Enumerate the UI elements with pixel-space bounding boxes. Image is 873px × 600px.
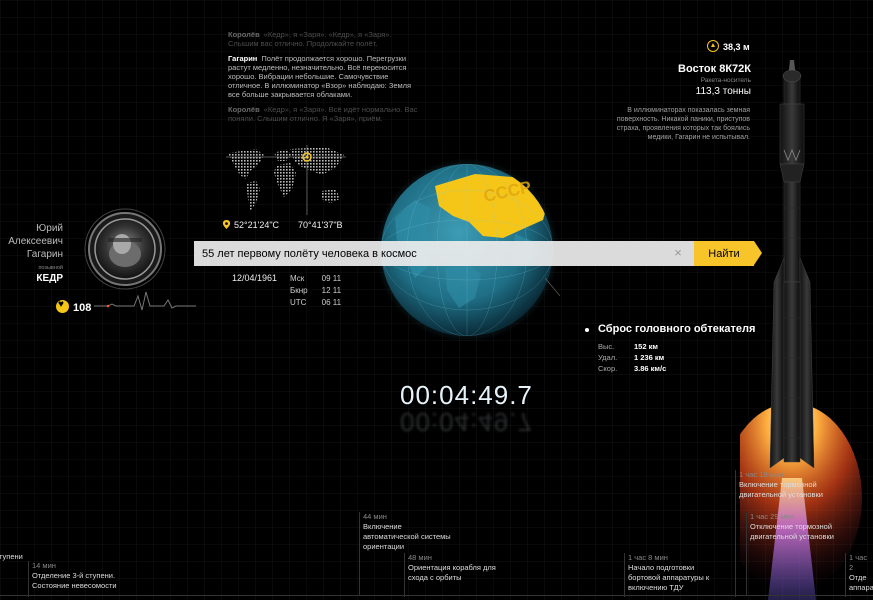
stat-row: Удал. 1 236 км: [598, 352, 666, 363]
time-row: Бкнр 12 11: [290, 285, 355, 297]
timeline-time: 1 час 8 мин: [628, 553, 668, 562]
stat-label: Выс.: [598, 342, 615, 351]
longitude-value: 70°41'37"В: [298, 220, 343, 230]
pilot-first-name: Юрий: [36, 223, 63, 234]
pilot-last-name: Гагарин: [26, 249, 63, 260]
radio-speaker: Гагарин: [228, 54, 258, 63]
time-value: 09 11: [321, 274, 342, 283]
flight-date: 12/04/1961: [232, 273, 278, 283]
pulse-value: 108: [73, 302, 92, 314]
latitude: 52°21'24"С: [222, 220, 279, 230]
world-map: [226, 145, 346, 215]
timeline-event[interactable]: 14 мин Отделение 3-й ступени. Состояние …: [28, 561, 132, 597]
radio-speaker: Королёв: [228, 105, 260, 114]
time-zones-table: Мск 09 11 Бкнр 12 11 UTC 06 11: [290, 273, 355, 309]
timeline-label: Начало подготовки бортовой аппаратуры к …: [628, 563, 710, 592]
timeline-time: 14 мин: [32, 561, 56, 570]
location-pin-icon: [222, 220, 231, 229]
radio-entry: Гагарин Полёт продолжается хорошо. Перегр…: [228, 54, 418, 99]
pilot-portrait: [84, 208, 166, 290]
time-value: 06 11: [321, 298, 342, 307]
timeline-label: Отде аппара: [849, 573, 873, 592]
stat-value: 152 км: [634, 342, 658, 351]
search-bar: × Найти: [194, 241, 762, 266]
timeline-label: Включение автоматической системы ориента…: [363, 522, 451, 551]
timeline-label: Отделение 3-й ступени. Состояние невесом…: [32, 571, 117, 590]
time-zone: Бкнр: [290, 286, 308, 295]
altitude-value: 38,3 м: [723, 42, 750, 52]
altitude: 38,3 м: [707, 40, 750, 52]
event-dot: [585, 328, 589, 332]
radio-speaker: Королёв: [228, 30, 260, 39]
radio-entry: Королёв «Кедр», я «Заря». «Кедр», я «Заря…: [228, 30, 418, 48]
stat-label: Удал.: [598, 353, 618, 362]
timeline-time: 1 час 18 мин: [739, 470, 784, 479]
timeline-time: 1 час 2: [849, 553, 868, 572]
pilot-name: Юрий Алексеевич Гагарин: [0, 222, 63, 261]
callsign: КЕДР: [36, 273, 63, 284]
timeline-event[interactable]: 48 мин Ориентация корабля для схода с ор…: [404, 553, 508, 597]
timeline-label: тупени: [0, 552, 23, 561]
pilot-patronymic: Алексеевич: [8, 236, 63, 247]
event-stats: Выс. 152 км Удал. 1 236 км Скор. 3.86 км/с: [598, 341, 666, 374]
time-value: 12 11: [321, 286, 342, 295]
timeline-event[interactable]: тупени: [0, 552, 23, 562]
search-input[interactable]: [194, 241, 694, 266]
arrow-up-icon: [707, 40, 719, 52]
timeline-label: Включение тормозной двигательной установ…: [739, 480, 823, 499]
time-row: UTC 06 11: [290, 297, 355, 309]
timeline-label: Ориентация корабля для схода с орбиты: [408, 563, 496, 582]
pulse-badge: 108: [56, 299, 92, 314]
timeline-event[interactable]: 1 час 2 Отде аппара: [845, 553, 873, 597]
timeline-event[interactable]: 1 час 29 мин Отключение тормозной двигат…: [746, 512, 846, 596]
time-zone: UTC: [290, 298, 307, 307]
time-zone: Мск: [290, 274, 305, 283]
mission-timer-reflection: 00:04:49.7: [400, 407, 533, 437]
timeline-event[interactable]: 1 час 8 мин Начало подготовки бортовой а…: [624, 553, 728, 597]
callsign-label: позывной: [38, 265, 63, 271]
stat-label: Скор.: [598, 364, 618, 373]
rocket-description: В иллюминаторах показалась земная поверх…: [616, 107, 750, 141]
radio-log: Королёв «Кедр», я «Заря». «Кедр», я «Заря…: [228, 30, 418, 129]
latitude-value: 52°21'24"С: [234, 220, 280, 230]
clear-icon[interactable]: ×: [672, 246, 684, 259]
stat-value: 1 236 км: [634, 353, 665, 362]
heart-icon: [56, 299, 69, 313]
timeline-time: 44 мин: [363, 512, 387, 521]
event-title: Сброс головного обтекателя: [598, 323, 756, 335]
longitude: 70°41'37"В: [298, 220, 343, 230]
timeline-time: 48 мин: [408, 553, 432, 562]
stat-value: 3.86 км/с: [634, 364, 667, 373]
stat-row: Скор. 3.86 км/с: [598, 363, 666, 374]
timeline-label: Отключение тормозной двигательной устано…: [750, 522, 834, 541]
timeline-time: 1 час 29 мин: [750, 512, 795, 521]
stat-row: Выс. 152 км: [598, 341, 666, 352]
ecg-line: [94, 291, 196, 311]
time-row: Мск 09 11: [290, 273, 355, 285]
radio-entry: Королёв «Кедр», я «Заря». Всё идёт нормал…: [228, 105, 418, 123]
